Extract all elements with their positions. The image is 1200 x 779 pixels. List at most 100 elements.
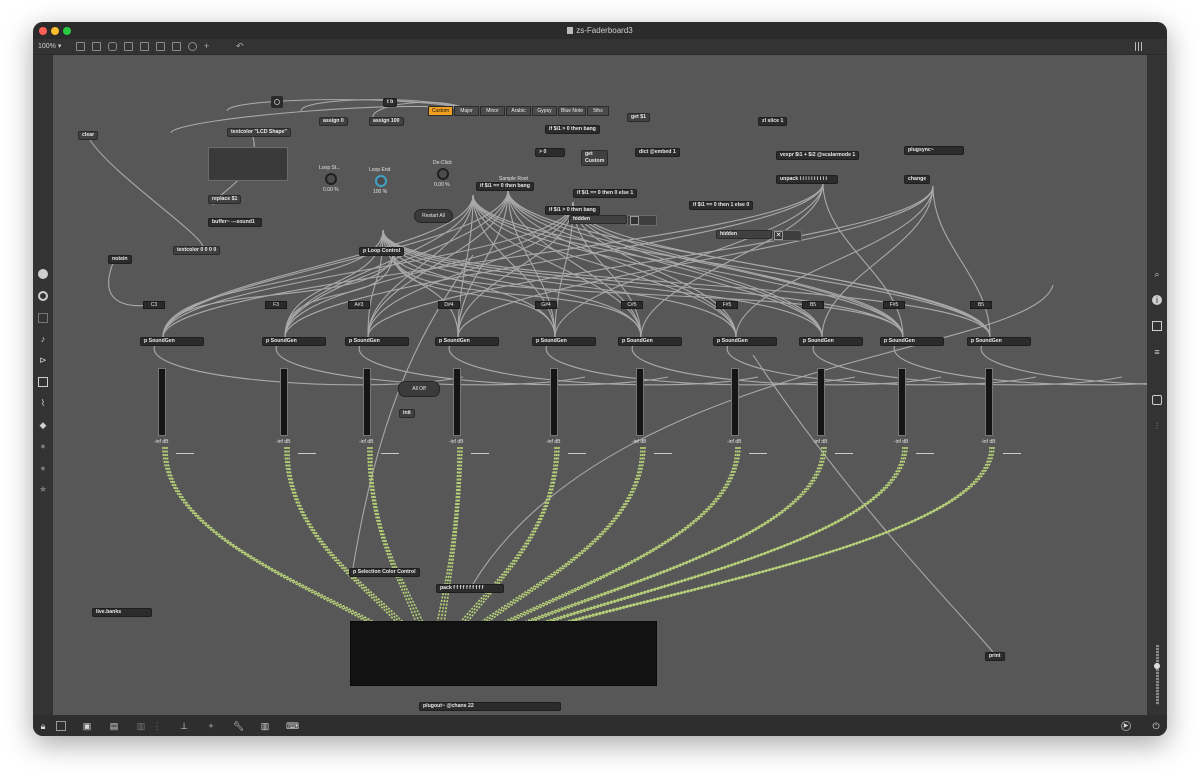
tab-custom[interactable]: Custom	[428, 106, 453, 116]
gain-fader[interactable]	[731, 368, 739, 436]
wrench-icon[interactable]: 🔧︎	[233, 721, 244, 731]
pan-triangle-icon[interactable]	[471, 453, 489, 459]
power-icon[interactable]: ⏻	[1151, 721, 1161, 731]
textcolor-lcd-message[interactable]: textcolor "LCD Shape"	[227, 128, 291, 137]
if-eq0-else-object[interactable]: if $i1 == 0 then 0 else 1	[573, 189, 638, 198]
soundgen-subpatch[interactable]: p SoundGen	[345, 337, 409, 346]
new-message-icon[interactable]	[92, 42, 101, 51]
loop-control-subpatch[interactable]: p Loop Control	[359, 247, 405, 256]
notein-object[interactable]: notein	[108, 255, 132, 264]
pan-triangle-icon[interactable]	[916, 453, 934, 459]
grid-icon[interactable]	[1135, 42, 1144, 51]
number-icon[interactable]	[156, 42, 165, 51]
piano-icon[interactable]: ▥	[260, 721, 270, 731]
soundgen-subpatch[interactable]: p SoundGen	[532, 337, 596, 346]
pan-triangle-icon[interactable]	[749, 453, 767, 459]
info-icon[interactable]: ●	[38, 441, 48, 451]
if-eq0-else1-object[interactable]: if $i1 == 0 then 1 else 0	[689, 201, 754, 210]
get-custom-message[interactable]: get Custom	[581, 150, 609, 166]
pan-triangle-icon[interactable]	[654, 453, 672, 459]
inspector-icon[interactable]: i	[1152, 295, 1162, 305]
grid-snap-icon[interactable]: ⋮	[152, 721, 162, 731]
zl-slice-object[interactable]: zl slice 1	[758, 117, 788, 126]
clip-icon[interactable]	[38, 313, 48, 323]
keyboard-icon[interactable]: ⌨	[286, 721, 299, 731]
selection-color-subpatch[interactable]: p Selection Color Control	[349, 568, 420, 577]
play-icon[interactable]: ▶	[1121, 721, 1131, 731]
zoom-menu[interactable]: 100% ▾	[38, 42, 61, 50]
soundgen-subpatch[interactable]: p SoundGen	[140, 337, 204, 346]
hidden-message-2[interactable]: hidden	[716, 230, 772, 239]
loop-start-dial[interactable]	[325, 173, 337, 185]
soundgen-subpatch[interactable]: p SoundGen	[262, 337, 326, 346]
comment-icon[interactable]	[108, 42, 117, 51]
comment-bubble-icon[interactable]: ▣	[82, 721, 92, 731]
target-icon[interactable]	[38, 291, 48, 301]
camera-icon[interactable]	[1152, 395, 1162, 405]
vexpr-object[interactable]: vexpr $i1 + $i2 @scalarmode 1	[776, 151, 860, 160]
paperclip-icon[interactable]: ⌇	[38, 398, 48, 408]
init-message[interactable]: init	[399, 409, 415, 418]
unpack-object[interactable]: unpack i i i i i i i i i i	[776, 175, 838, 184]
if-eq0-bang-object[interactable]: if $i1 == 0 then bang	[476, 182, 534, 191]
pack-object[interactable]: pack f f f f f f f f f f	[436, 584, 504, 593]
windows-icon[interactable]: ▤	[109, 721, 119, 731]
tab-gypsy[interactable]: Gypsy	[532, 106, 557, 116]
pan-triangle-icon[interactable]	[1003, 453, 1021, 459]
textcolor-zero-message[interactable]: textcolor 0 0 0 0	[173, 246, 221, 255]
pan-triangle-icon[interactable]	[176, 453, 194, 459]
soundgen-subpatch[interactable]: p SoundGen	[713, 337, 777, 346]
gain-fader[interactable]	[158, 368, 166, 436]
gain-fader[interactable]	[636, 368, 644, 436]
plugsync-object[interactable]: plugsync~	[904, 146, 964, 155]
volume-knob[interactable]	[1154, 663, 1160, 669]
tab-minor[interactable]: Minor	[480, 106, 505, 116]
gain-fader[interactable]	[898, 368, 906, 436]
list-icon[interactable]: ≡	[1152, 347, 1162, 357]
slider-icon[interactable]	[172, 42, 181, 51]
lock-icon[interactable]: 🔒︎	[38, 721, 48, 731]
if-bang-object-2[interactable]: if $i1 > 0 then bang	[545, 206, 600, 215]
pan-triangle-icon[interactable]	[835, 453, 853, 459]
tab-blue-note[interactable]: Blue Note	[558, 106, 586, 116]
soundgen-subpatch[interactable]: p SoundGen	[880, 337, 944, 346]
lcd-display[interactable]	[208, 147, 288, 181]
display-panel[interactable]	[350, 621, 657, 686]
dict-object[interactable]: dict @embed 1	[635, 148, 680, 157]
pan-triangle-icon[interactable]	[298, 453, 316, 459]
search-icon[interactable]: ⌕	[1152, 269, 1162, 279]
get-message[interactable]: get $1	[627, 113, 650, 122]
pan-triangle-icon[interactable]	[568, 453, 586, 459]
plus-icon[interactable]: +	[204, 42, 213, 51]
loop-end-dial[interactable]	[375, 175, 387, 187]
debug-icon[interactable]: ✦	[206, 721, 216, 731]
soundgen-subpatch[interactable]: p SoundGen	[435, 337, 499, 346]
presentation-icon[interactable]	[56, 721, 66, 731]
image-icon[interactable]	[38, 377, 48, 387]
soundgen-subpatch[interactable]: p SoundGen	[967, 337, 1031, 346]
snippet-icon[interactable]: ◆	[38, 420, 48, 430]
clear-message[interactable]: clear	[78, 131, 99, 140]
if-bang-object-1[interactable]: if $i1 > 0 then bang	[545, 125, 600, 134]
replace-message[interactable]: replace $1	[208, 195, 242, 204]
assist-icon[interactable]	[38, 269, 48, 279]
assign-0-message[interactable]: assign 0	[319, 117, 348, 126]
change-object[interactable]: change	[904, 175, 931, 184]
greater-than-object[interactable]: > 0	[535, 148, 565, 157]
live-banks-object[interactable]: live.banks	[92, 608, 152, 617]
hierarchy-icon[interactable]: ⊥	[179, 721, 189, 731]
new-object-icon[interactable]	[76, 42, 85, 51]
gain-fader[interactable]	[280, 368, 288, 436]
bang-button[interactable]	[271, 96, 283, 108]
restart-all-button[interactable]: Restart All	[414, 209, 453, 223]
arrow-icon[interactable]: ↶	[236, 42, 245, 51]
buffer-object[interactable]: buffer~ ---sound1	[208, 218, 262, 227]
tab-5ths[interactable]: 5ths	[587, 106, 609, 116]
trigger-object[interactable]: t b	[383, 98, 398, 107]
gain-fader[interactable]	[453, 368, 461, 436]
gain-fader[interactable]	[817, 368, 825, 436]
print-object[interactable]: print	[985, 652, 1005, 661]
declick-dial[interactable]	[437, 168, 449, 180]
patcher-canvas[interactable]: t b Custom Major Minor Arabic Gypsy Blue…	[53, 55, 1147, 715]
device-icon[interactable]: ⊳	[38, 355, 48, 365]
